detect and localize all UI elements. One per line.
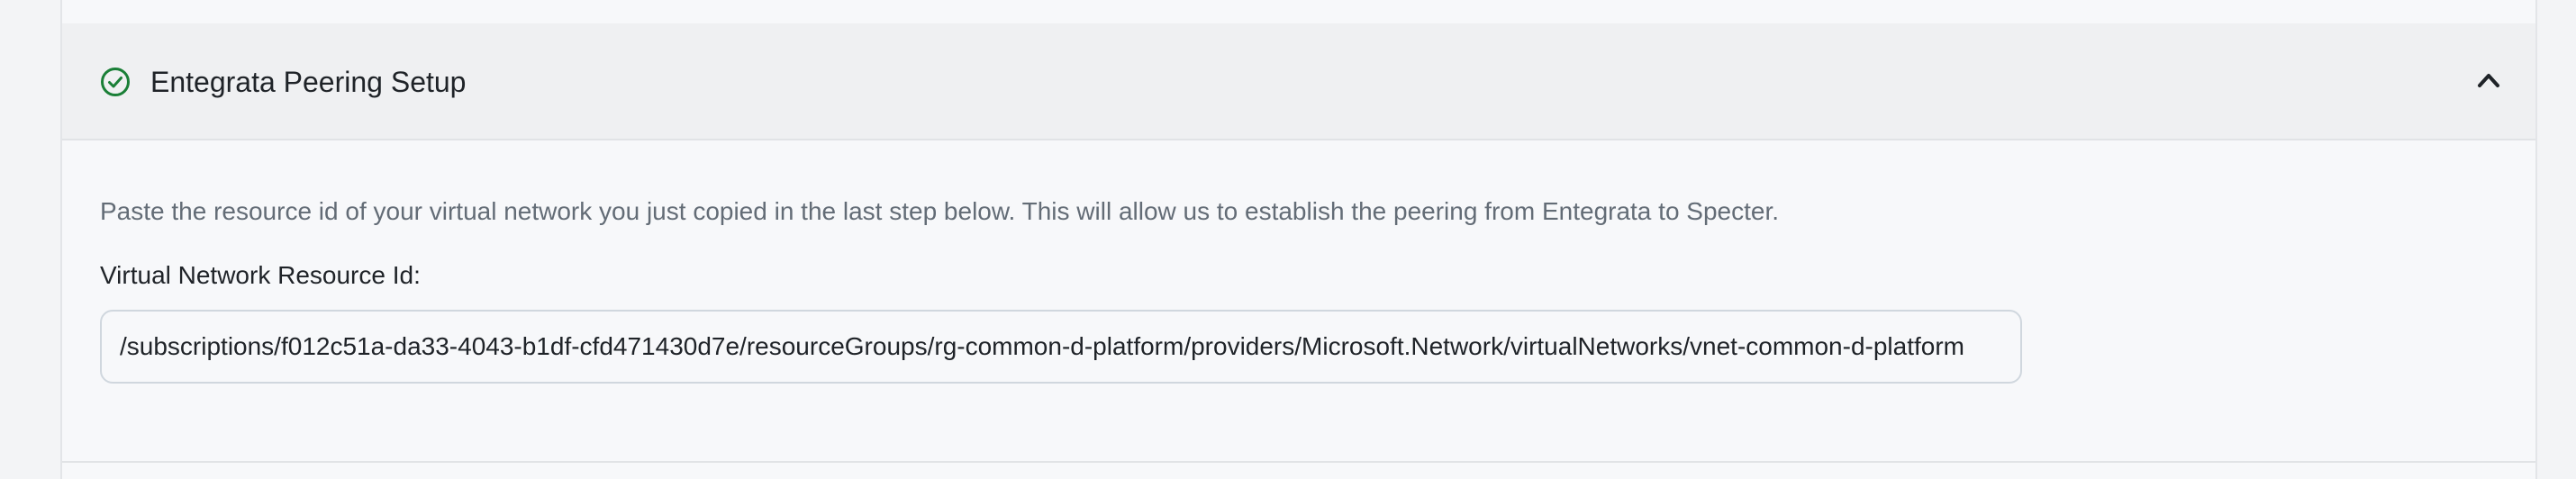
previous-section	[62, 0, 2535, 25]
entegrata-peering-setup-header[interactable]: Entegrata Peering Setup	[62, 23, 2535, 140]
check-circle-icon	[101, 68, 130, 96]
chevron-up-icon[interactable]	[2476, 70, 2501, 90]
setup-panel: Entegrata Peering Setup Paste the resour…	[60, 0, 2537, 479]
resource-id-label: Virtual Network Resource Id:	[100, 261, 421, 289]
section-body: Paste the resource id of your virtual ne…	[62, 140, 2535, 463]
section-description: Paste the resource id of your virtual ne…	[100, 197, 1780, 225]
section-title: Entegrata Peering Setup	[150, 66, 467, 98]
resource-id-input[interactable]	[100, 310, 2022, 384]
